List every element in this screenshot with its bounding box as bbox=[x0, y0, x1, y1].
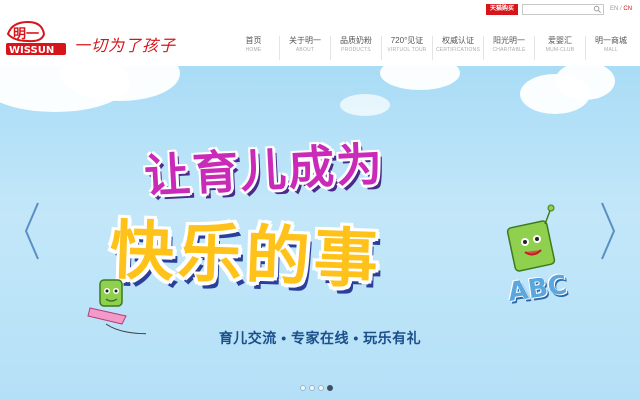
banner-headline-1: 让育儿成为 bbox=[142, 136, 386, 204]
nav-item-mall[interactable]: 明一商城 MALL bbox=[585, 36, 636, 60]
nav-item-sublabel: HOME bbox=[245, 47, 262, 53]
chevron-left-icon bbox=[24, 202, 39, 260]
brand-slogan: 一切为了孩子 bbox=[74, 36, 177, 55]
nav-item-sublabel: MUM-CLUB bbox=[545, 47, 575, 53]
abc-letters: ABC bbox=[506, 270, 569, 308]
slide-dot-active[interactable] bbox=[327, 385, 333, 391]
main-nav: 首页 HOME 关于明一 ABOUT 品质奶粉 PRODUCTS 720°见证 … bbox=[228, 36, 636, 60]
nav-item-label: 720°见证 bbox=[390, 36, 424, 45]
lang-cn-link[interactable]: CN bbox=[623, 6, 632, 12]
nav-item-mum-club[interactable]: 爱婴汇 MUM-CLUB bbox=[534, 36, 585, 60]
wissun-logo[interactable]: 明一 WISSUN bbox=[6, 14, 68, 56]
book-mascot-icon bbox=[506, 204, 556, 272]
nav-item-sublabel: MALL bbox=[604, 47, 618, 53]
nav-item-products[interactable]: 品质奶粉 PRODUCTS bbox=[330, 36, 381, 60]
lang-separator: / bbox=[620, 6, 622, 12]
chevron-right-icon bbox=[601, 202, 616, 260]
nav-item-label: 明一商城 bbox=[595, 36, 627, 45]
svg-text:WISSUN: WISSUN bbox=[9, 45, 54, 56]
logo-icon: 明一 WISSUN bbox=[6, 20, 66, 56]
nav-item-sublabel: ABOUT bbox=[295, 47, 315, 53]
nav-item-certifications[interactable]: 权威认证 CERTIFICATIONS bbox=[432, 36, 483, 60]
tmall-buy-button[interactable]: 天猫购买 bbox=[486, 4, 519, 15]
slide-dot[interactable] bbox=[318, 385, 324, 391]
search-input[interactable] bbox=[522, 4, 604, 15]
nav-item-label: 首页 bbox=[245, 36, 262, 45]
nav-item-charitable[interactable]: 阳光明一 CHARITABLE bbox=[483, 36, 534, 60]
cloud-decoration bbox=[380, 66, 460, 90]
hero-banner[interactable]: 让育儿成为 快乐的事 ABC 育儿交流 • 专家在线 • 玩乐有礼 bbox=[0, 66, 640, 400]
nav-item-sublabel: PRODUCTS bbox=[341, 47, 371, 53]
nav-item-label: 品质奶粉 bbox=[340, 36, 372, 45]
nav-item-label: 爱婴汇 bbox=[548, 36, 572, 45]
slide-dot[interactable] bbox=[300, 385, 306, 391]
cloud-decoration bbox=[555, 66, 615, 100]
nav-item-label: 阳光明一 bbox=[493, 36, 525, 45]
nav-item-label: 权威认证 bbox=[442, 36, 474, 45]
nav-item-home[interactable]: 首页 HOME bbox=[228, 36, 279, 60]
lang-en-link[interactable]: EN bbox=[610, 6, 618, 12]
banner-subline: 育儿交流 • 专家在线 • 玩乐有礼 bbox=[218, 330, 422, 346]
banner-headline-2: 快乐的事 bbox=[108, 214, 383, 298]
nav-item-sublabel: VIRTUOL TOUR bbox=[387, 47, 427, 53]
nav-item-sublabel: CHARITABLE bbox=[492, 47, 526, 53]
nav-item-virtual-tour[interactable]: 720°见证 VIRTUOL TOUR bbox=[381, 36, 432, 60]
slide-dot[interactable] bbox=[309, 385, 315, 391]
site-header: 明一 WISSUN 一切为了孩子 天猫购买 EN / CN 首页 HOME 关于… bbox=[0, 0, 640, 66]
nav-item-label: 关于明一 bbox=[289, 36, 321, 45]
slide-indicators bbox=[300, 385, 333, 391]
language-switcher: EN / CN bbox=[610, 4, 632, 15]
prev-slide-button[interactable] bbox=[22, 201, 42, 261]
nav-item-sublabel: CERTIFICATIONS bbox=[435, 47, 480, 53]
next-slide-button[interactable] bbox=[598, 201, 618, 261]
cloud-decoration bbox=[340, 94, 390, 116]
svg-text:明一: 明一 bbox=[13, 27, 39, 42]
search-icon[interactable] bbox=[593, 5, 602, 14]
nav-item-about[interactable]: 关于明一 ABOUT bbox=[279, 36, 330, 60]
